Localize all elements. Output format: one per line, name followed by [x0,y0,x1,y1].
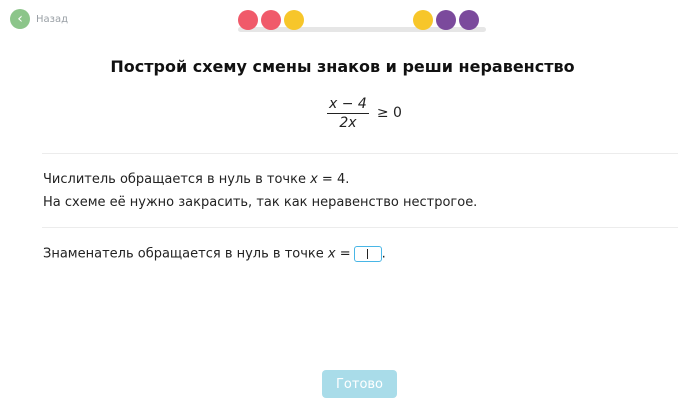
text-caret [366,249,368,259]
fraction: x − 4 2x [327,96,369,131]
back-button[interactable]: ‹ Назад [10,9,68,29]
progress-dot-5 [436,10,456,30]
inequality-sign: ≥ 0 [376,105,402,121]
progress-dot-4 [413,10,433,30]
fraction-numerator: x − 4 [327,95,369,114]
back-label: Назад [36,13,69,25]
progress-dot-3 [284,10,304,30]
fraction-denominator: 2x [339,114,357,131]
divider-2 [42,227,678,228]
back-arrow-icon: ‹ [10,9,30,29]
inequality-formula: x − 4 2x ≥ 0 [327,93,402,133]
denominator-zero-text: Знаменатель обращается в нуль в точке x … [43,246,386,262]
answer-input[interactable] [353,246,382,262]
task-title: Построй схему смены знаков и реши нераве… [110,57,575,76]
progress-dot-2 [261,10,281,30]
numerator-zero-text: Числитель обращается в нуль в точке x = … [43,172,350,187]
shading-explanation-text: На схеме её нужно закрасить, так как нер… [43,195,478,210]
divider-1 [42,153,678,154]
done-button[interactable]: Готово [322,370,397,398]
top-bar: ‹ Назад [0,0,685,36]
progress-dot-6 [459,10,479,30]
progress-dot-1 [238,10,258,30]
